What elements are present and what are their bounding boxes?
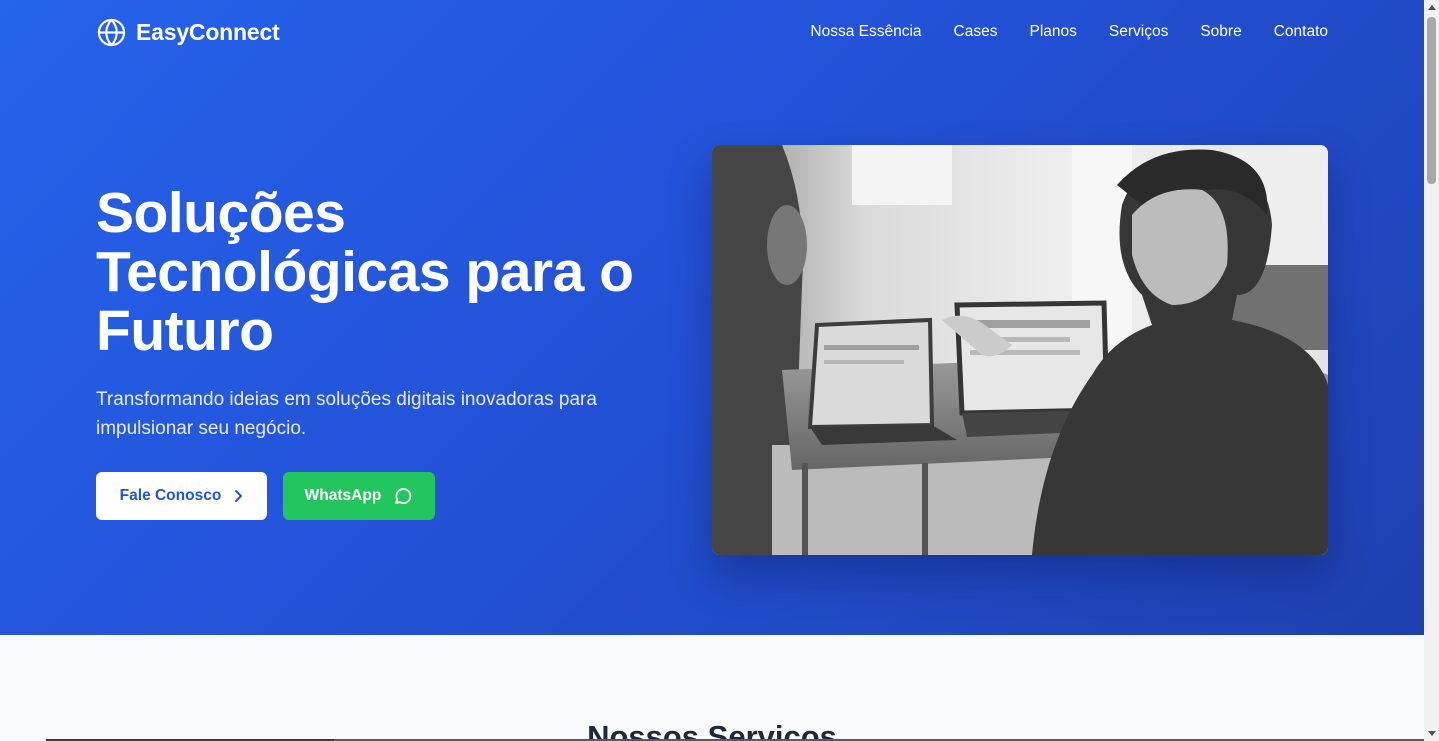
whatsapp-label: WhatsApp (304, 487, 382, 504)
nav-link-planos[interactable]: Planos (1029, 23, 1076, 41)
globe-icon (97, 18, 126, 47)
hero-title-line-1: Soluções (96, 181, 346, 245)
main-nav: Nossa Essência Cases Planos Serviços Sob… (810, 23, 1328, 41)
hero-image (712, 145, 1328, 555)
services-section: Nossos Serviços (0, 635, 1424, 741)
nav-link-sobre[interactable]: Sobre (1200, 23, 1241, 41)
scroll-up-arrow-icon[interactable] (1424, 0, 1439, 15)
team-photo (712, 145, 1328, 555)
hero-section: EasyConnect Nossa Essência Cases Planos … (0, 0, 1424, 635)
hero-title-line-2: Tecnológicas para o (96, 240, 634, 304)
fale-conosco-label: Fale Conosco (119, 487, 222, 504)
chevron-right-icon (235, 490, 243, 502)
nav-link-servicos[interactable]: Serviços (1109, 23, 1168, 41)
hero-subtitle: Transformando ideias em soluções digitai… (96, 389, 597, 439)
whatsapp-button[interactable]: WhatsApp (283, 472, 435, 520)
hero-title: Soluções Tecnológicas para o Futuro (96, 184, 686, 361)
scrollbar-thumb[interactable] (1427, 17, 1436, 184)
brand-name: EasyConnect (136, 19, 280, 45)
fale-conosco-button[interactable]: Fale Conosco (96, 472, 267, 520)
scroll-down-arrow-icon[interactable] (1424, 726, 1439, 741)
nav-link-contato[interactable]: Contato (1274, 23, 1328, 41)
navbar: EasyConnect Nossa Essência Cases Planos … (0, 0, 1424, 68)
hero-title-line-3: Futuro (96, 299, 274, 363)
nav-link-cases[interactable]: Cases (954, 23, 998, 41)
page: EasyConnect Nossa Essência Cases Planos … (0, 0, 1424, 741)
chat-bubble-icon (395, 488, 412, 504)
brand-logo[interactable]: EasyConnect (96, 17, 280, 48)
nav-link-nossa-essencia[interactable]: Nossa Essência (810, 23, 921, 41)
scrollbar[interactable] (1424, 0, 1439, 741)
services-title: Nossos Serviços (587, 719, 837, 741)
